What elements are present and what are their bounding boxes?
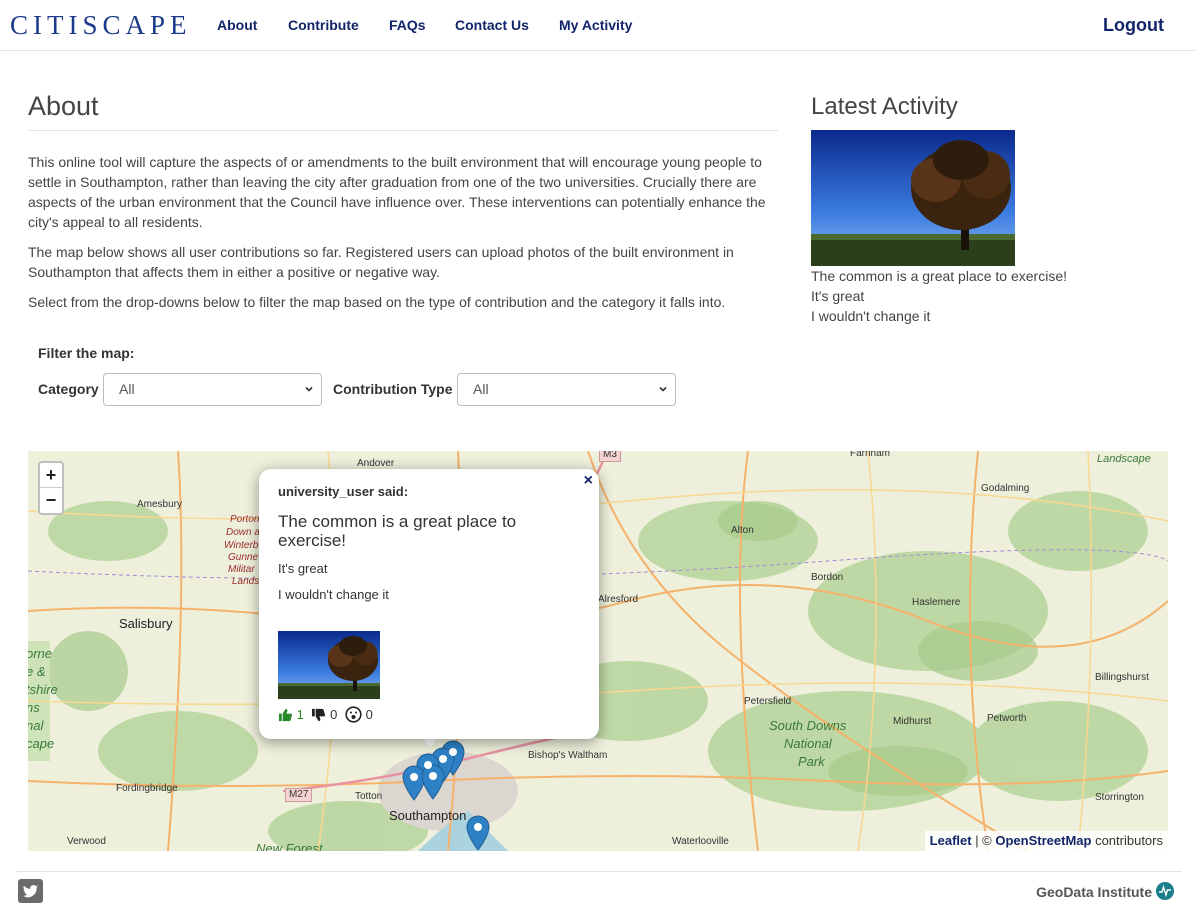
latest-activity-line: It's great — [811, 288, 865, 304]
openstreetmap-link[interactable]: OpenStreetMap — [995, 833, 1091, 848]
map-road-label: M3 — [599, 451, 621, 462]
latest-activity-heading: Latest Activity — [811, 93, 958, 120]
footer-brand[interactable]: GeoData Institute — [1036, 884, 1152, 900]
map-label: Billingshurst — [1095, 672, 1149, 683]
title-divider — [28, 130, 778, 131]
map-label: Totton — [355, 791, 383, 802]
nav-link-my-activity[interactable]: My Activity — [559, 17, 632, 33]
popup-photo[interactable] — [278, 631, 380, 699]
category-select[interactable]: All — [103, 373, 322, 406]
map-park-label: Park — [798, 754, 825, 769]
brand-logo[interactable]: CITISCAPE — [10, 10, 192, 40]
map-label: Gunne — [228, 552, 259, 563]
map-label: Porton — [230, 514, 260, 525]
map-label: Midhurst — [893, 716, 932, 727]
map-park-label: ns — [28, 700, 40, 715]
chevron-down-icon — [659, 386, 667, 392]
nav-link-contribute[interactable]: Contribute — [288, 17, 359, 33]
attribution-separator: | © — [971, 833, 996, 848]
map-label: Bordon — [811, 572, 844, 583]
contribution-type-select-value: All — [473, 381, 489, 397]
map-label: Salisbury — [119, 616, 173, 631]
latest-activity-photo[interactable] — [811, 130, 1015, 266]
map-label: Waterlooville — [672, 836, 729, 847]
map-label: Alton — [731, 525, 754, 536]
popup-author: university_user said: — [278, 484, 409, 499]
map-park-label: Landscape — [1097, 453, 1151, 465]
latest-activity-line: I wouldn't change it — [811, 308, 931, 324]
close-icon[interactable]: × — [584, 472, 593, 490]
map-park-label: South Downs — [769, 718, 847, 733]
map-park-label: cape — [28, 736, 55, 751]
map-label: Fordingbridge — [116, 783, 178, 794]
leaflet-link[interactable]: Leaflet — [930, 833, 972, 848]
geodata-logo-icon — [1156, 882, 1174, 900]
map-label: Lands — [232, 576, 260, 587]
map-label: Godalming — [981, 483, 1030, 494]
map-label: Militar — [228, 564, 255, 575]
map-park-label: New Forest — [256, 841, 323, 851]
zoom-control: + − — [38, 461, 64, 515]
page-title: About — [28, 91, 99, 121]
map-park-label: tshire — [28, 682, 58, 697]
map-popup: × university_user said: The common is a … — [259, 469, 599, 739]
map-label: Petworth — [987, 713, 1027, 724]
attribution-text: contributors — [1091, 833, 1163, 848]
map-markers — [402, 740, 490, 851]
category-select-value: All — [119, 381, 135, 397]
map-label: Verwood — [67, 836, 106, 847]
map-label: Alresford — [598, 594, 639, 605]
popup-text-line: It's great — [278, 561, 328, 576]
map-label: Amesbury — [137, 499, 183, 510]
latest-activity-title: The common is a great place to exercise! — [811, 268, 1068, 284]
dislike-count: 0 — [330, 707, 338, 723]
nav-link-faqs[interactable]: FAQs — [389, 17, 426, 33]
about-paragraph-2: The map below shows all user contributio… — [28, 244, 734, 280]
map-label: Storrington — [1095, 792, 1144, 803]
map-label: Haslemere — [912, 597, 961, 608]
footer-divider — [16, 871, 1182, 872]
chevron-down-icon — [305, 386, 313, 392]
popup-headline: The common is a great place to exercise! — [278, 512, 517, 550]
surprised-count: 0 — [365, 707, 373, 723]
nav-link-contact-us[interactable]: Contact Us — [455, 17, 529, 33]
thumbs-down-icon[interactable] — [311, 708, 326, 722]
contribution-type-select[interactable]: All — [457, 373, 676, 406]
twitter-icon[interactable] — [18, 879, 43, 903]
navbar: CITISCAPE About Contribute FAQs Contact … — [0, 0, 1196, 51]
map-park-label: nal — [28, 718, 44, 733]
surprised-face-icon[interactable] — [345, 706, 362, 723]
map-label: Petersfield — [744, 696, 792, 707]
contribution-type-label: Contribution Type — [333, 381, 453, 397]
map-label: Bishop's Waltham — [528, 750, 608, 761]
map-attribution: Leaflet | © OpenStreetMap contributors — [924, 831, 1168, 851]
nav-link-about[interactable]: About — [217, 17, 257, 33]
about-paragraph-3: Select from the drop-downs below to filt… — [28, 294, 726, 310]
map-park-label: orne — [28, 646, 53, 661]
zoom-in-button[interactable]: + — [40, 463, 62, 488]
category-label: Category — [38, 381, 99, 397]
map-park-label: e & — [28, 664, 46, 679]
zoom-out-button[interactable]: − — [40, 488, 62, 513]
popup-text-line: I wouldn't change it — [278, 587, 389, 602]
popup-reactions: 1 0 0 — [278, 706, 377, 724]
logout-link[interactable]: Logout — [1103, 15, 1164, 35]
map-park-label: National — [784, 736, 832, 751]
map-road-label: M27 — [285, 788, 313, 802]
thumbs-up-icon[interactable] — [278, 708, 293, 722]
filter-heading: Filter the map: — [38, 345, 135, 361]
about-paragraph-1: This online tool will capture the aspect… — [28, 154, 766, 230]
like-count: 1 — [296, 707, 304, 723]
map-label: Farnham — [850, 451, 891, 459]
